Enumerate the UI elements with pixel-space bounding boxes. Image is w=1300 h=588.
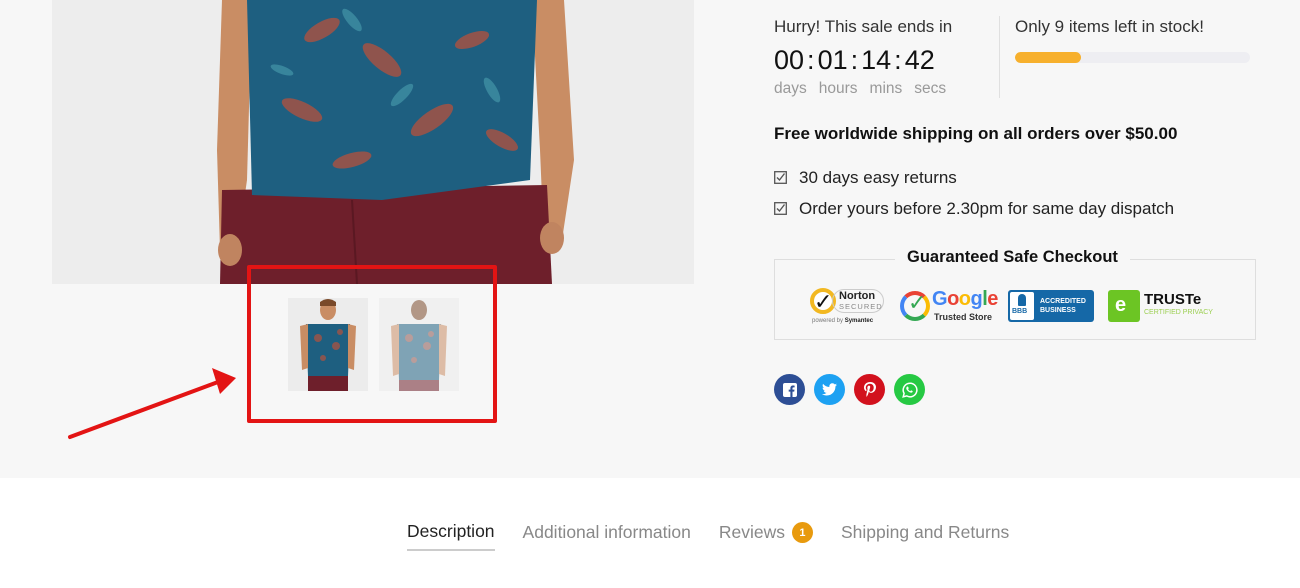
countdown-mins: 14 <box>861 45 892 75</box>
main-product-image[interactable] <box>52 0 694 284</box>
checkbox-checked-icon <box>774 171 787 184</box>
google-letter: o <box>958 288 971 310</box>
facebook-share-button[interactable] <box>774 374 805 405</box>
whatsapp-share-button[interactable] <box>894 374 925 405</box>
vertical-divider <box>999 16 1000 98</box>
twitter-share-button[interactable] <box>814 374 845 405</box>
countdown-separator: : <box>807 45 815 75</box>
tab-label: Reviews <box>718 522 785 542</box>
perk-label: Order yours before 2.30pm for same day d… <box>799 198 1175 218</box>
annotation-highlight-box <box>247 265 497 423</box>
whatsapp-icon <box>901 381 918 398</box>
perk-label: 30 days easy returns <box>799 167 957 187</box>
countdown-title: Hurry! This sale ends in <box>774 17 953 36</box>
label-days: days <box>774 80 807 97</box>
bbb-accredited-badge: BBB ACCREDITED BUSINESS <box>1008 290 1094 322</box>
shipping-headline: Free worldwide shipping on all orders ov… <box>774 124 1178 143</box>
countdown-days: 00 <box>774 45 805 75</box>
bbb-torch-icon <box>1018 294 1026 306</box>
product-tabs: Description Additional information Revie… <box>407 521 1037 551</box>
countdown-secs: 42 <box>904 45 935 75</box>
trust-badges: ✓ Norton SECURED powered by Symantec ✓ G… <box>808 285 1226 327</box>
perk-item: 30 days easy returns <box>774 162 1174 193</box>
sale-countdown: Hurry! This sale ends in 00 : 01 : 14 : … <box>774 16 994 98</box>
checkbox-checked-icon <box>774 202 787 215</box>
label-mins: mins <box>869 80 903 97</box>
tab-additional-information[interactable]: Additional information <box>523 522 691 550</box>
safe-checkout-title: Guaranteed Safe Checkout <box>895 248 1130 267</box>
stock-progress-fill <box>1015 52 1081 63</box>
stock-indicator: Only 9 items left in stock! <box>1015 16 1250 63</box>
perks-list: 30 days easy returns Order yours before … <box>774 162 1174 224</box>
reviews-count-badge: 1 <box>791 522 813 543</box>
twitter-icon <box>822 383 837 396</box>
social-share <box>774 374 925 405</box>
truste-logo-icon: e <box>1108 290 1140 322</box>
tab-description[interactable]: Description <box>407 521 495 551</box>
stock-progress-bar <box>1015 52 1250 63</box>
truste-certified-badge: e TRUSTe CERTIFIED PRIVACY <box>1108 289 1226 323</box>
tab-reviews[interactable]: Reviews 1 <box>719 522 813 550</box>
stock-text: Only 9 items left in stock! <box>1015 17 1204 36</box>
countdown-separator: : <box>850 45 859 75</box>
countdown-separator: : <box>894 45 902 75</box>
countdown-values: 00 : 01 : 14 : 42 <box>774 44 994 76</box>
google-letter: o <box>947 288 959 310</box>
pinterest-share-button[interactable] <box>854 374 885 405</box>
google-wordmark: Google <box>932 288 998 311</box>
facebook-icon <box>782 382 797 397</box>
annotation-arrow-icon <box>68 368 236 439</box>
google-letter: g <box>970 288 983 310</box>
norton-secured-badge: ✓ Norton SECURED powered by Symantec <box>810 288 884 324</box>
google-letter: G <box>932 288 948 310</box>
label-secs: secs <box>914 80 947 97</box>
tab-label: Description <box>407 521 495 541</box>
product-summary-section: Hurry! This sale ends in 00 : 01 : 14 : … <box>0 0 1300 478</box>
label-hours: hours <box>818 80 858 97</box>
tab-label: Additional information <box>522 522 691 542</box>
norton-check-icon: ✓ <box>814 289 833 314</box>
countdown-hours: 01 <box>817 45 848 75</box>
product-photo <box>52 0 694 284</box>
google-trusted-store-badge: ✓ Google Trusted Store <box>900 288 998 324</box>
perk-item: Order yours before 2.30pm for same day d… <box>774 193 1174 224</box>
pinterest-icon <box>863 382 876 397</box>
google-check-icon: ✓ <box>908 290 927 315</box>
tab-shipping-and-returns[interactable]: Shipping and Returns <box>841 522 1009 550</box>
tab-label: Shipping and Returns <box>840 522 1010 542</box>
countdown-labels: days hours mins secs <box>774 80 994 98</box>
google-letter: e <box>987 288 998 310</box>
